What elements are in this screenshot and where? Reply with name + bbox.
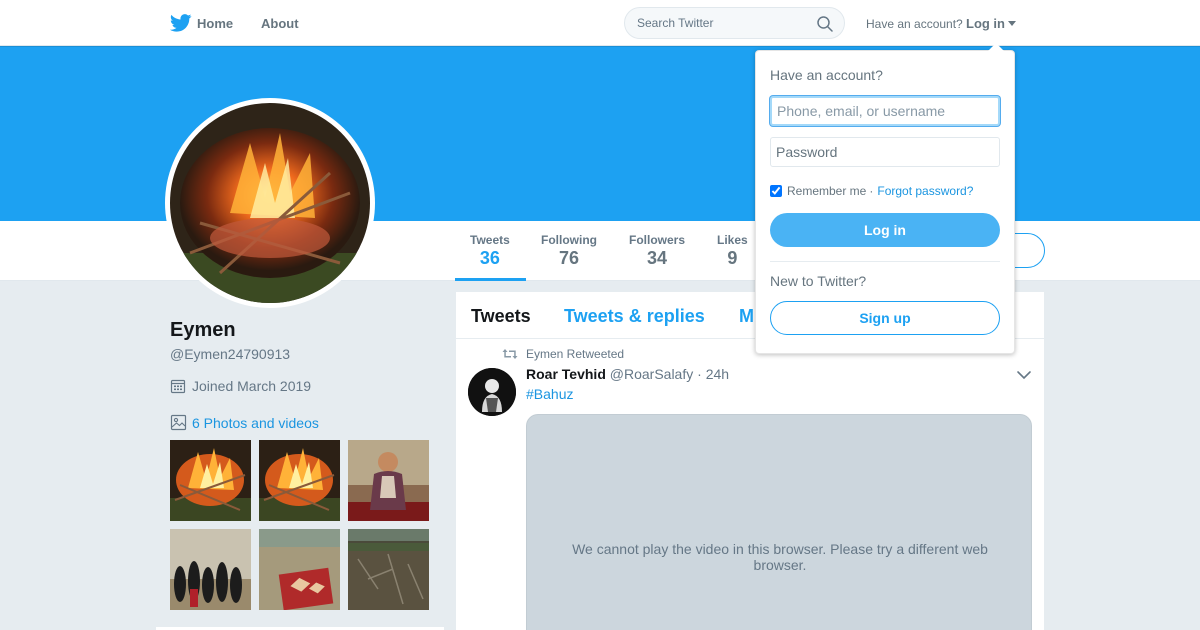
profile-name[interactable]: Eymen	[170, 319, 236, 342]
tab-tweets[interactable]: Tweets	[471, 306, 531, 327]
tab-tweets-replies[interactable]: Tweets & replies	[564, 306, 705, 327]
password-field[interactable]	[770, 137, 1000, 167]
new-to-twitter-text: New to Twitter?	[770, 273, 867, 289]
stat-value: 36	[479, 248, 500, 268]
tweet-separator: ·	[697, 366, 702, 382]
twitter-bird-icon[interactable]	[170, 14, 192, 32]
video-unsupported-message: We cannot play the video in this browser…	[572, 541, 988, 573]
retweet-context: Eymen Retweeted	[502, 347, 624, 361]
chevron-down-icon[interactable]	[1016, 369, 1032, 381]
tab-media[interactable]: M	[739, 306, 754, 327]
photos-videos-link[interactable]: 6 Photos and videos	[170, 414, 319, 431]
joined-date: Joined March 2019	[170, 378, 311, 394]
stat-label: Likes	[717, 233, 748, 247]
nav-home-link[interactable]: Home	[197, 16, 233, 31]
tweet-time[interactable]: 24h	[706, 366, 729, 382]
media-thumbnail[interactable]	[348, 529, 429, 610]
active-stat-underline	[455, 278, 526, 281]
remember-row: Remember me · Forgot password?	[770, 184, 973, 198]
divider	[770, 261, 1000, 262]
joined-text: Joined March 2019	[192, 378, 312, 394]
search-icon[interactable]	[817, 16, 833, 32]
tweet-author-avatar[interactable]	[468, 368, 516, 416]
avatar-image	[170, 103, 370, 303]
remember-separator: ·	[869, 184, 874, 198]
stat-value: 34	[646, 248, 668, 268]
media-thumbnail[interactable]	[170, 440, 251, 521]
stat-following[interactable]: Following 76	[541, 233, 597, 269]
tweet-hashtag[interactable]: #Bahuz	[526, 386, 573, 402]
remember-label[interactable]: Remember me	[787, 184, 866, 198]
login-dropdown-title: Have an account?	[770, 67, 883, 83]
video-player[interactable]: We cannot play the video in this browser…	[526, 414, 1032, 630]
top-nav: Home About Have an account? Log in	[0, 0, 1200, 46]
login-link-label: Log in	[966, 16, 1005, 31]
media-thumbnail[interactable]	[170, 529, 251, 610]
stat-label: Tweets	[470, 233, 510, 247]
have-account-text: Have an account?	[866, 17, 963, 31]
profile-avatar[interactable]	[165, 98, 375, 308]
media-thumbnail[interactable]	[259, 440, 340, 521]
stat-value: 76	[558, 248, 580, 268]
signup-button[interactable]: Sign up	[770, 301, 1000, 335]
media-thumbnails	[170, 440, 432, 610]
dropdown-arrow	[988, 43, 1004, 51]
photo-icon	[170, 414, 187, 431]
profile-handle[interactable]: @Eymen24790913	[170, 346, 290, 362]
forgot-password-link[interactable]: Forgot password?	[877, 184, 973, 198]
media-thumbnail[interactable]	[348, 440, 429, 521]
caret-down-icon	[1008, 21, 1016, 26]
stat-value: 9	[727, 248, 738, 268]
retweet-context-label: Eymen Retweeted	[526, 347, 625, 361]
nav-about-link[interactable]: About	[261, 16, 299, 31]
username-field[interactable]	[770, 96, 1000, 126]
tweet-author-name[interactable]: Roar Tevhid	[526, 366, 606, 382]
stat-followers[interactable]: Followers 34	[629, 233, 685, 269]
stat-likes[interactable]: Likes 9	[717, 233, 748, 269]
login-dropdown-toggle[interactable]: Log in	[966, 16, 1016, 31]
search-input[interactable]	[637, 16, 807, 30]
login-button[interactable]: Log in	[770, 213, 1000, 247]
calendar-icon	[170, 379, 186, 394]
media-thumbnail[interactable]	[259, 529, 340, 610]
tweet-header: Roar Tevhid @RoarSalafy · 24h	[526, 366, 729, 382]
login-dropdown: Have an account? Remember me · Forgot pa…	[755, 43, 1015, 354]
retweet-icon	[502, 349, 518, 359]
remember-checkbox[interactable]	[770, 185, 782, 197]
photos-videos-label: 6 Photos and videos	[192, 414, 319, 431]
stat-label: Followers	[629, 233, 686, 247]
stat-label: Following	[541, 233, 597, 247]
stat-tweets[interactable]: Tweets 36	[470, 233, 510, 269]
tweet-author-handle[interactable]: @RoarSalafy	[610, 366, 693, 382]
search-box[interactable]	[624, 7, 845, 39]
